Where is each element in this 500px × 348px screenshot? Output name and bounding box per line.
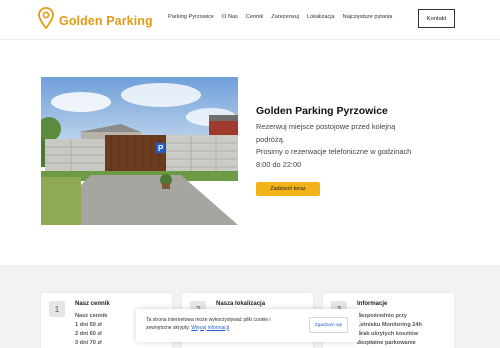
card-title: Nasz cennik (75, 301, 110, 307)
card-number: 1 (49, 301, 65, 317)
cookie-banner: Ta strona internetowa może wykorzystywać… (136, 309, 359, 342)
card-line: Lotnisku Monitoring 24h (357, 322, 422, 328)
map-pin-icon (38, 7, 54, 34)
cookie-message: Ta strona internetowa może wykorzystywać… (146, 317, 296, 332)
hero-line: podróżą. (256, 134, 285, 144)
card-line: Brak ukrytych kosztów (357, 331, 418, 337)
nav-item-pricing[interactable]: Cennik (246, 14, 263, 20)
card-content: Bezpośrednio przy Lotnisku Monitoring 24… (357, 312, 422, 348)
hero-line: 8:00 do 22:00 (256, 159, 302, 169)
card-content: Nasz cennik 1 dni 50 zł 2 dni 60 zł 3 dn… (75, 312, 107, 348)
card-line: Bezpłatne parkowanie (357, 340, 416, 346)
hero-line: Prosimy o rezerwacje telefoniczne w godz… (256, 147, 412, 156)
hero-description: Rezerwuj miejsce postojowe przed kolejną… (256, 121, 466, 171)
page-title: Golden Parking Pyrzowice (256, 105, 388, 117)
nav-item-reserve[interactable]: Zarezerwuj (271, 14, 299, 20)
nav-item-about[interactable]: O Nas (222, 14, 238, 20)
card-line: Nasz cennik (75, 313, 108, 319)
logo[interactable]: Golden Parking (38, 7, 153, 34)
card-line: 3 dni 70 zł (75, 340, 102, 346)
card-title: Informacje (357, 301, 388, 307)
parking-photo: P (41, 77, 238, 225)
accept-cookies-button[interactable]: Zgadzam się (309, 317, 348, 333)
site-header: Golden Parking Parking Pyrzowice O Nas C… (0, 0, 500, 40)
nav-item-parking[interactable]: Parking Pyrzowice (168, 14, 214, 20)
main-nav: Parking Pyrzowice O Nas Cennik Zarezerwu… (168, 14, 400, 20)
more-info-link[interactable]: Więcej informacji (191, 325, 229, 331)
card-line: Bezpośrednio przy (357, 313, 408, 319)
svg-text:P: P (158, 144, 164, 153)
brand-name: Golden Parking (59, 13, 153, 28)
call-now-button[interactable]: Zadzwoń teraz (256, 182, 320, 196)
hero-line: Rezerwuj miejsce postojowe przed kolejną (256, 122, 396, 131)
card-title: Nasza lokalizacja (216, 301, 266, 307)
nav-item-location[interactable]: Lokalizacja (307, 14, 335, 20)
card-line: 1 dni 50 zł (75, 322, 102, 328)
contact-button[interactable]: Kontakt (418, 9, 455, 28)
card-line: 2 dni 60 zł (75, 331, 102, 337)
nav-item-faq[interactable]: Najczęstsze pytania (343, 14, 393, 20)
